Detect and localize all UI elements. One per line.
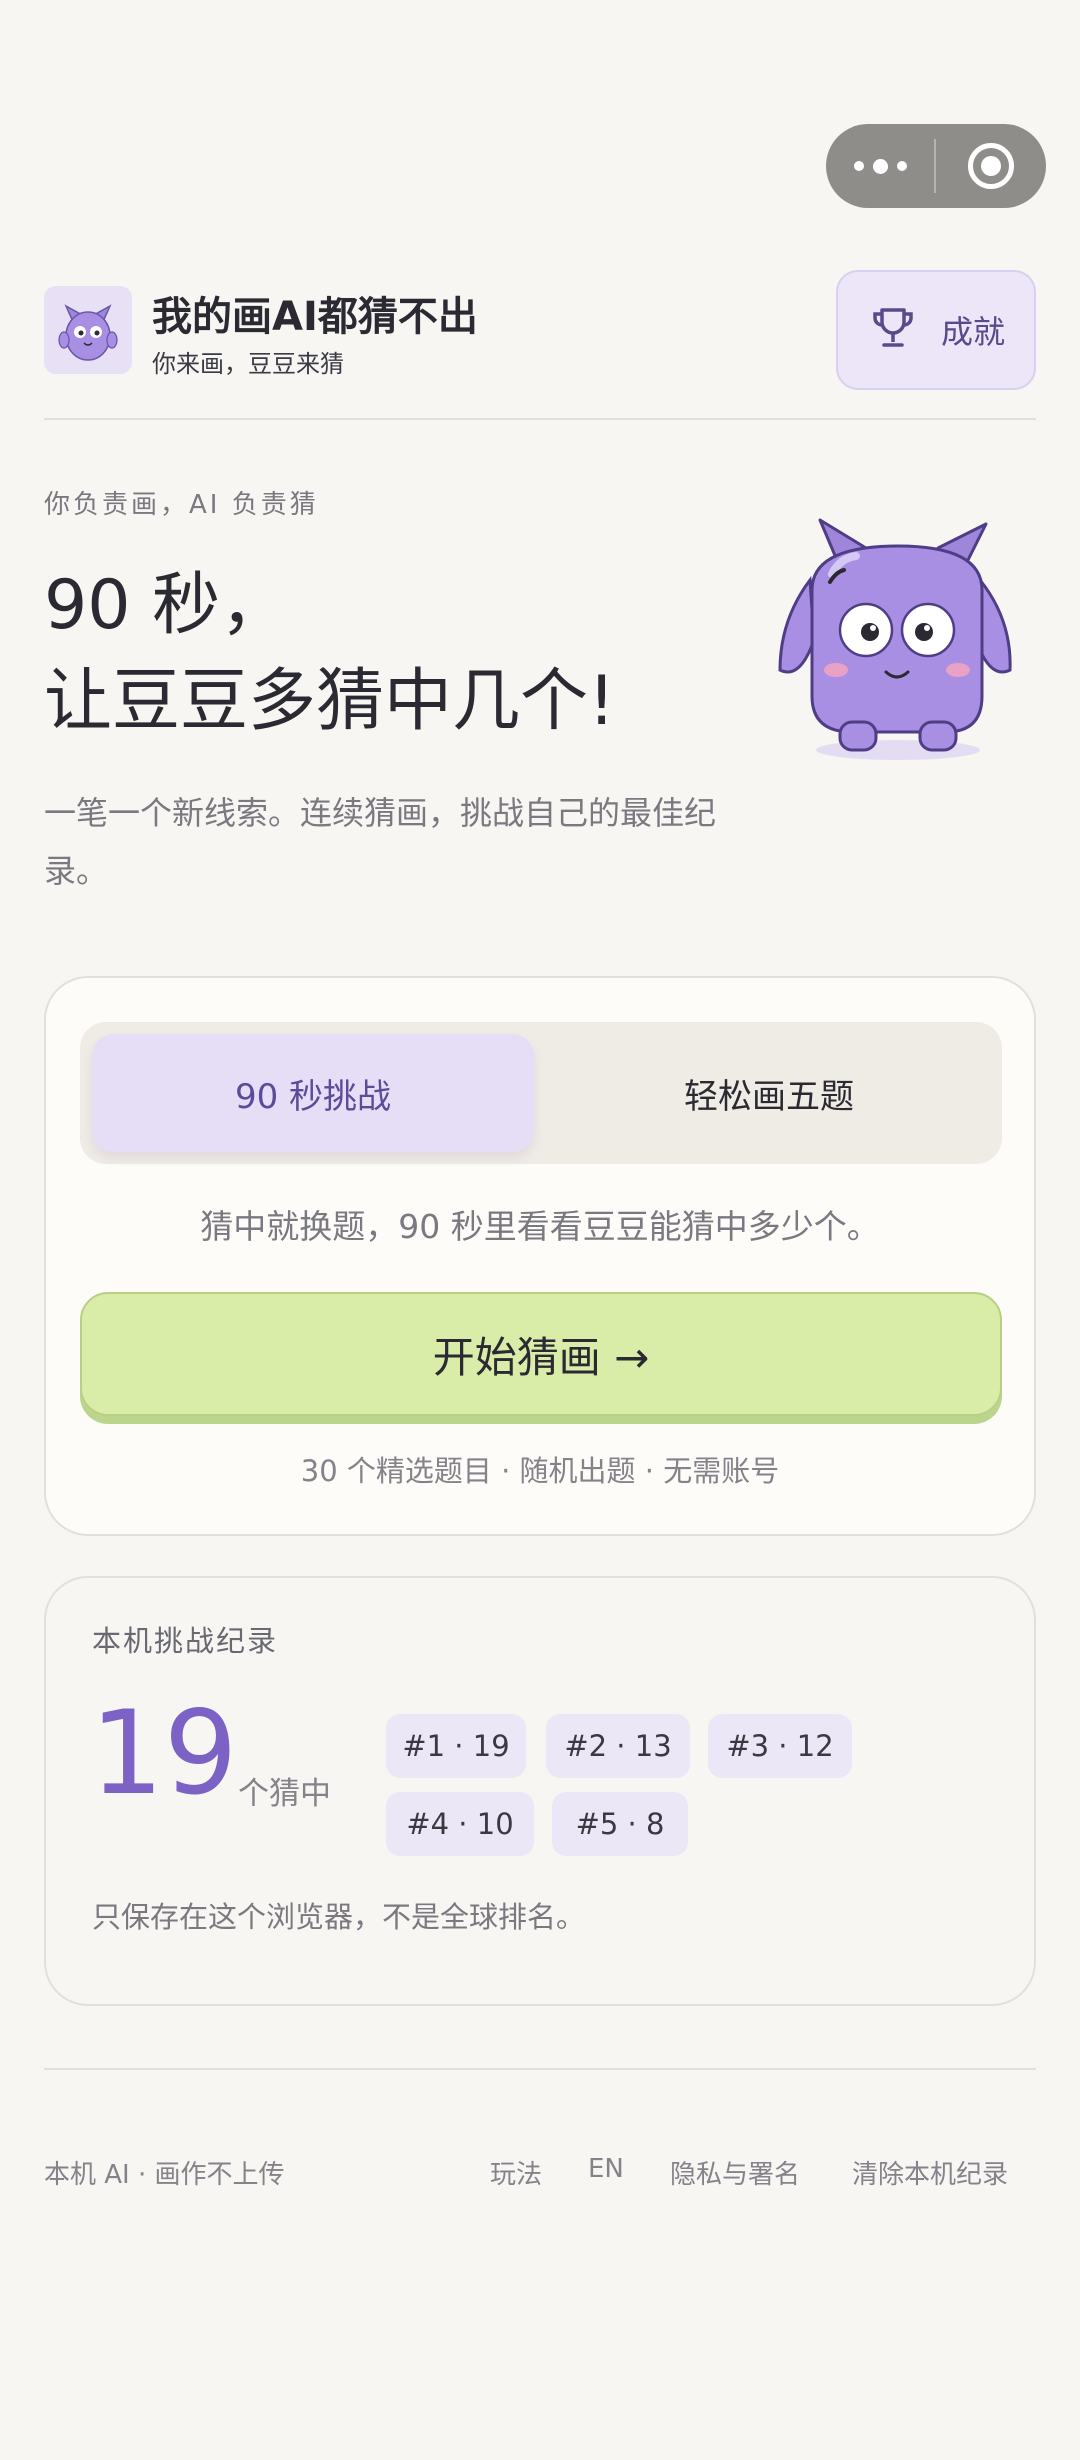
start-drawing-button[interactable]: 开始猜画 → <box>80 1292 1002 1416</box>
rank-chip: #1 · 19 <box>386 1714 526 1778</box>
hero-title-line2: 让豆豆多猜中几个! <box>44 662 616 741</box>
header-divider <box>44 418 1036 420</box>
hero-description: 一笔一个新线索。连续猜画，挑战自己的最佳纪录。 <box>44 794 717 890</box>
trophy-icon <box>867 302 919 358</box>
mascot-illustration <box>770 510 1020 770</box>
record-note: 只保存在这个浏览器，不是全球排名。 <box>92 1900 586 1934</box>
tab-easy-five[interactable]: 轻松画五题 <box>548 1034 990 1152</box>
mode-description: 猜中就换题，90 秒里看看豆豆能猜中多少个。 <box>200 1207 880 1246</box>
local-record-card: 本机挑战纪录 19 个猜中 #1 · 19 #2 · 13 #3 · 12 #4… <box>44 1576 1036 2006</box>
mascot-logo-icon <box>44 286 132 374</box>
card-footnote: 30 个精选题目 · 随机出题 · 无需账号 <box>300 1454 780 1488</box>
record-title: 本机挑战纪录 <box>92 1624 279 1658</box>
footer-divider <box>44 2068 1036 2070</box>
record-best-unit: 个猜中 <box>238 1776 331 1812</box>
footer-link-language[interactable]: EN <box>588 2154 624 2184</box>
rank-chip: #4 · 10 <box>386 1792 534 1856</box>
footer-link-how-to-play[interactable]: 玩法 <box>490 2154 542 2191</box>
mode-switcher: 90 秒挑战 轻松画五题 <box>80 1022 1002 1164</box>
miniprogram-capsule <box>826 124 1046 208</box>
rank-chip: #2 · 13 <box>546 1714 690 1778</box>
rank-chip: #3 · 12 <box>708 1714 852 1778</box>
record-best-score: 19 <box>90 1686 238 1821</box>
footer-privacy-note: 本机 AI · 画作不上传 <box>44 2160 285 2190</box>
challenge-card: 90 秒挑战 轻松画五题 猜中就换题，90 秒里看看豆豆能猜中多少个。 开始猜画… <box>44 976 1036 1536</box>
tab-90s-challenge[interactable]: 90 秒挑战 <box>92 1034 534 1152</box>
footer-link-clear-records[interactable]: 清除本机纪录 <box>852 2154 1008 2191</box>
hero-title-line1: 90 秒， <box>44 566 289 645</box>
hero-title: 90 秒， 让豆豆多猜中几个! <box>44 558 615 750</box>
app-header: 我的画AI都猜不出 你来画，豆豆来猜 成就 <box>44 270 1036 392</box>
app-title: 我的画AI都猜不出 <box>152 294 478 340</box>
achievements-label: 成就 <box>940 313 1005 351</box>
app-subtitle: 你来画，豆豆来猜 <box>152 350 344 378</box>
more-dots-icon[interactable] <box>826 124 934 208</box>
close-target-icon[interactable] <box>936 124 1046 208</box>
hero-eyebrow: 你负责画，AI 负责猜 <box>44 490 319 520</box>
footer-link-privacy[interactable]: 隐私与署名 <box>670 2154 800 2191</box>
achievements-button[interactable]: 成就 <box>836 270 1036 390</box>
rank-chip: #5 · 8 <box>552 1792 688 1856</box>
